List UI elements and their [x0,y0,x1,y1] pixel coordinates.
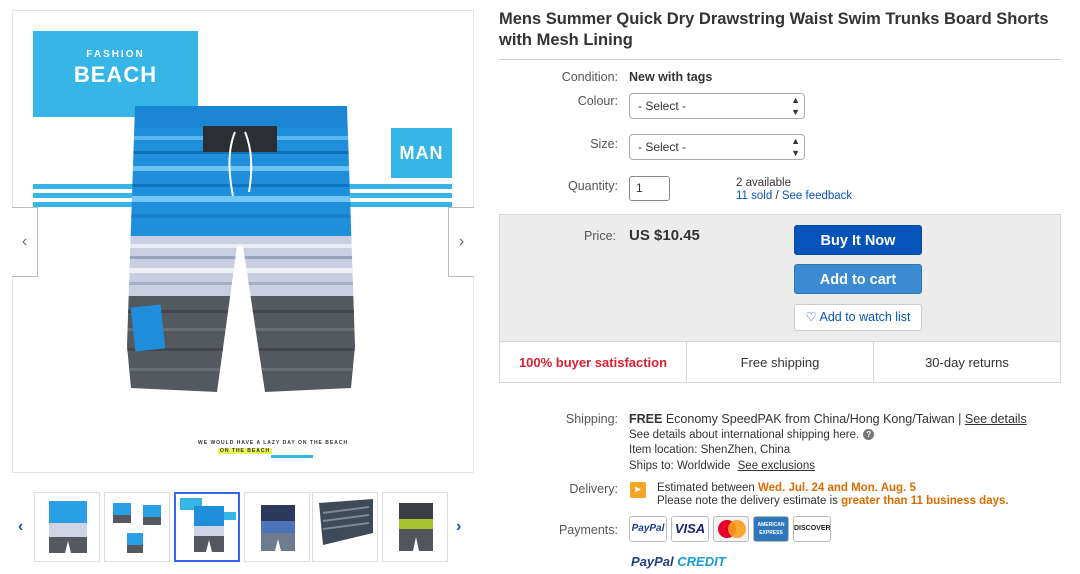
see-feedback-link[interactable]: See feedback [782,190,852,202]
shipping-method: Economy SpeedPAK from China/Hong Kong/Ta… [665,412,962,426]
mastercard-logo [713,516,749,542]
tagline-text: WE WOULD HAVE A LAZY DAY ON THE BEACH [198,440,349,446]
free-shipping-badge: Free shipping [686,342,873,383]
board-shorts-illustration [127,106,355,392]
condition-value: New with tags [629,70,713,84]
help-icon[interactable]: ? [863,429,875,441]
watch-list-label: Add to watch list [819,310,911,324]
banner-small-text: FASHION [86,49,145,60]
thumbnail-4[interactable] [244,492,310,562]
buyer-satisfaction-badge: 100% buyer satisfaction [518,355,668,370]
shipping-method-row: FREE Economy SpeedPAK from China/Hong Ko… [629,412,1027,426]
shipping-free: FREE [629,412,663,426]
sold-feedback-row: 11 sold / See feedback [736,190,852,202]
add-to-cart-button[interactable]: Add to cart [794,264,922,294]
size-label: Size: [590,137,618,151]
decorative-stripes-right [348,184,452,211]
colour-select[interactable]: - Select - ▲ ▼ [629,93,805,119]
thumbnail-2[interactable] [104,492,170,562]
quantity-input[interactable]: 1 [629,176,670,201]
discover-logo: DISCOVER [793,516,831,542]
mastercard-circles-icon [718,520,746,538]
paypal-logo: PayPal [629,516,667,542]
condition-label: Condition: [561,70,618,84]
previous-image-button[interactable]: ‹ [12,207,38,277]
thumbnail-prev-icon[interactable]: ‹ [18,518,23,536]
main-product-image[interactable]: FASHION BEACH MAN WE WOULD HAVE A LAZY D… [12,10,474,473]
visa-logo: VISA [671,516,709,542]
size-select-value: - Select - [638,140,687,154]
paypal-credit-credit: CREDIT [677,554,726,569]
see-details-link[interactable]: See details [965,412,1027,426]
size-select[interactable]: - Select - ▲ ▼ [629,134,805,160]
price-value: US $10.45 [629,227,700,244]
man-banner: MAN [391,128,452,178]
chevron-left-icon: ‹ [21,233,28,250]
delivery-note: Please note the delivery estimate is gre… [657,495,1009,507]
thumbnail-shorts-image [49,501,87,553]
see-exclusions-link[interactable]: See exclusions [738,460,815,472]
delivery-estimate: Estimated between Wed. Jul. 24 and Mon. … [657,482,916,494]
thumbnail-1[interactable] [34,492,100,562]
colour-label: Colour: [577,94,618,108]
paypal-credit-logo: PayPal CREDIT [631,554,726,569]
delivery-flag-icon: ▸ [630,482,646,498]
product-title: Mens Summer Quick Dry Drawstring Waist S… [499,10,1049,49]
available-count: 2 available [736,177,791,189]
decorative-stripes-left [33,184,133,211]
shipping-label: Shipping: [565,412,618,426]
thumbnail-3-selected[interactable] [174,492,240,562]
thumbnail-multi-shorts-image [113,503,161,553]
sold-separator: / [775,190,779,202]
title-divider [499,59,1061,60]
select-arrows-icon: ▲ ▼ [791,136,800,158]
amex-logo: AMERICAN EXPRESS [753,516,789,542]
thumbnail-navy-shorts-image [261,505,295,551]
next-image-button[interactable]: › [448,207,474,277]
estimate-dates: Wed. Jul. 24 and Mon. Aug. 5 [758,482,916,494]
paypal-credit-paypal: PayPal [631,554,674,569]
seller-badges: 100% buyer satisfaction Free shipping 30… [500,341,1060,383]
thumbnail-green-shorts-image [399,503,433,551]
heart-icon: ♡ [805,310,817,324]
payments-label: Payments: [558,523,618,537]
note-emphasis: greater than 11 business days. [841,495,1009,507]
thumbnail-strip: ‹ › [14,492,474,562]
note-prefix: Please note the delivery estimate is [657,495,838,507]
estimate-prefix: Estimated between [657,482,755,494]
buy-it-now-button[interactable]: Buy It Now [794,225,922,255]
item-location: Item location: ShenZhen, China [629,444,791,456]
thumbnail-5[interactable] [312,492,378,562]
thumbnail-detail-image [319,499,373,545]
thumbnail-beach-shorts-image [180,498,236,552]
select-arrows-icon: ▲ ▼ [791,95,800,117]
returns-badge: 30-day returns [873,342,1060,383]
chevron-right-icon: › [458,233,465,250]
add-to-watch-list-button[interactable]: ♡ Add to watch list [794,304,922,331]
tagline-highlight: ON THE BEACH [218,448,273,454]
thumbnail-6[interactable] [382,492,448,562]
colour-select-value: - Select - [638,99,687,113]
international-shipping-note: See details about international shipping… [629,429,875,441]
ships-to-row: Ships to: Worldwide See exclusions [629,460,815,472]
price-label: Price: [584,229,616,243]
tagline-bar [271,455,313,458]
intl-note-text: See details about international shipping… [629,429,860,441]
banner-big-text: BEACH [73,62,158,87]
thumbnail-next-icon[interactable]: › [456,518,461,536]
quantity-label: Quantity: [567,179,618,193]
ships-to-text: Ships to: Worldwide [629,460,731,472]
sold-link[interactable]: 11 sold [736,190,772,202]
delivery-label: Delivery: [569,482,618,496]
